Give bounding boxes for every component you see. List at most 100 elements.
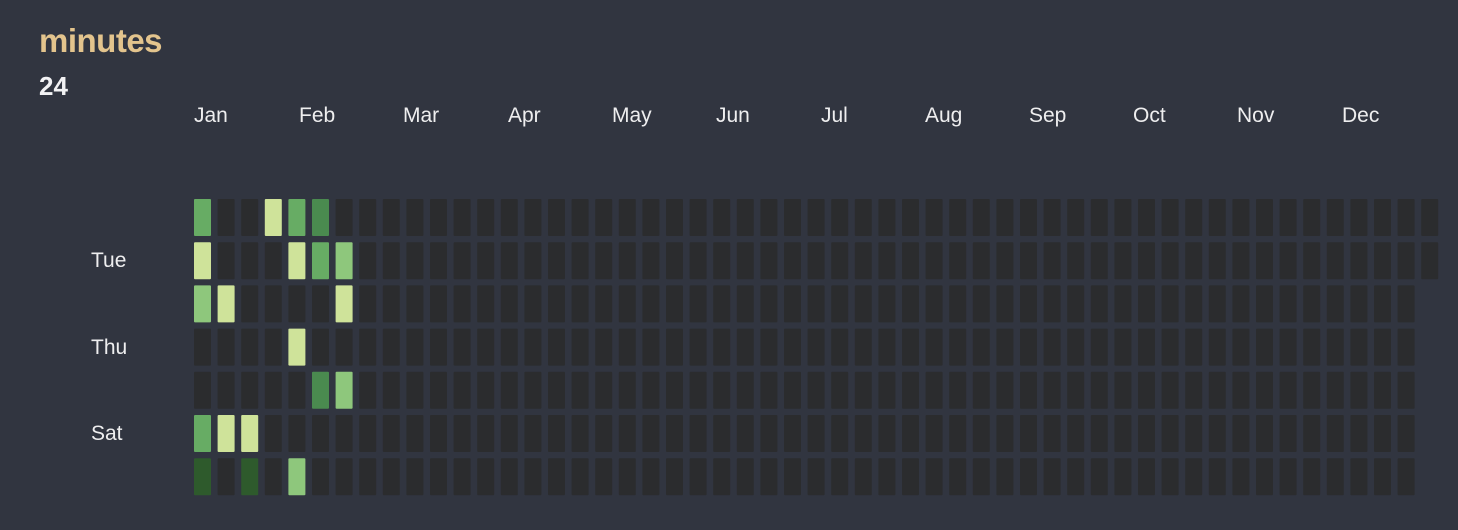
heatmap-cell[interactable]	[430, 285, 447, 323]
heatmap-cell[interactable]	[1350, 199, 1368, 236]
heatmap-cell[interactable]	[264, 285, 282, 323]
heatmap-cell[interactable]	[500, 285, 518, 323]
heatmap-cell[interactable]	[1043, 371, 1061, 409]
heatmap-cell[interactable]	[1067, 242, 1085, 280]
heatmap-cell[interactable]	[902, 199, 919, 236]
heatmap-cell[interactable]	[382, 285, 400, 323]
heatmap-cell[interactable]	[595, 242, 613, 280]
heatmap-cell[interactable]	[736, 285, 754, 323]
heatmap-cell[interactable]	[524, 285, 542, 323]
heatmap-cell[interactable]	[312, 458, 329, 496]
heatmap-cell[interactable]	[1350, 371, 1368, 409]
heatmap-cell[interactable]	[1114, 415, 1132, 452]
heatmap-cell[interactable]	[312, 415, 329, 452]
heatmap-cell[interactable]	[382, 458, 400, 496]
heatmap-cell[interactable]	[854, 371, 872, 409]
heatmap-cell[interactable]	[831, 415, 849, 452]
heatmap-cell[interactable]	[1303, 242, 1321, 280]
heatmap-cell[interactable]	[1326, 328, 1344, 366]
heatmap-cell[interactable]	[194, 328, 211, 366]
heatmap-cell[interactable]	[878, 328, 896, 366]
heatmap-cell[interactable]	[1374, 285, 1391, 323]
heatmap-cell[interactable]	[241, 415, 259, 452]
heatmap-cell[interactable]	[949, 371, 967, 409]
heatmap-cell[interactable]	[1208, 458, 1226, 496]
heatmap-cell[interactable]	[972, 415, 990, 452]
heatmap-cell[interactable]	[1374, 415, 1391, 452]
heatmap-cell[interactable]	[618, 458, 636, 496]
heatmap-cell[interactable]	[807, 199, 825, 236]
heatmap-cell[interactable]	[1303, 415, 1321, 452]
heatmap-cell[interactable]	[359, 328, 377, 366]
heatmap-cell[interactable]	[784, 285, 801, 323]
heatmap-cell[interactable]	[406, 415, 424, 452]
heatmap-cell[interactable]	[1185, 199, 1203, 236]
heatmap-cell[interactable]	[996, 285, 1014, 323]
heatmap-cell[interactable]	[1279, 199, 1297, 236]
heatmap-cell[interactable]	[194, 285, 211, 323]
heatmap-cell[interactable]	[666, 242, 683, 280]
heatmap-cell[interactable]	[524, 199, 542, 236]
heatmap-cell[interactable]	[217, 285, 235, 323]
heatmap-cell[interactable]	[477, 415, 495, 452]
heatmap-cell[interactable]	[1208, 285, 1226, 323]
heatmap-cell[interactable]	[854, 328, 872, 366]
heatmap-cell[interactable]	[1020, 371, 1037, 409]
heatmap-cell[interactable]	[972, 328, 990, 366]
heatmap-cell[interactable]	[1232, 285, 1250, 323]
heatmap-cell[interactable]	[784, 371, 801, 409]
heatmap-cell[interactable]	[430, 415, 447, 452]
heatmap-cell[interactable]	[571, 285, 589, 323]
heatmap-cell[interactable]	[618, 242, 636, 280]
heatmap-cell[interactable]	[736, 458, 754, 496]
heatmap-cell[interactable]	[217, 328, 235, 366]
heatmap-cell[interactable]	[925, 328, 943, 366]
heatmap-cell[interactable]	[713, 328, 731, 366]
heatmap-cell[interactable]	[689, 458, 707, 496]
heatmap-cell[interactable]	[807, 371, 825, 409]
heatmap-cell[interactable]	[902, 415, 919, 452]
heatmap-cell[interactable]	[854, 242, 872, 280]
heatmap-cell[interactable]	[1279, 285, 1297, 323]
heatmap-cell[interactable]	[548, 371, 565, 409]
heatmap-cell[interactable]	[925, 285, 943, 323]
heatmap-cell[interactable]	[996, 199, 1014, 236]
heatmap-cell[interactable]	[1256, 328, 1273, 366]
heatmap-cell[interactable]	[1161, 458, 1179, 496]
heatmap-cell[interactable]	[831, 458, 849, 496]
heatmap-cell[interactable]	[335, 242, 353, 280]
heatmap-cell[interactable]	[1114, 285, 1132, 323]
heatmap-cell[interactable]	[1138, 415, 1155, 452]
heatmap-cell[interactable]	[1185, 328, 1203, 366]
heatmap-cell[interactable]	[713, 285, 731, 323]
heatmap-cell[interactable]	[854, 199, 872, 236]
heatmap-cell[interactable]	[406, 328, 424, 366]
heatmap-cell[interactable]	[642, 328, 660, 366]
heatmap-cell[interactable]	[1114, 199, 1132, 236]
heatmap-cell[interactable]	[1043, 415, 1061, 452]
heatmap-cell[interactable]	[335, 285, 353, 323]
heatmap-cell[interactable]	[217, 199, 235, 236]
heatmap-cell[interactable]	[996, 328, 1014, 366]
heatmap-cell[interactable]	[831, 199, 849, 236]
heatmap-cell[interactable]	[1067, 458, 1085, 496]
heatmap-cell[interactable]	[595, 458, 613, 496]
heatmap-cell[interactable]	[1256, 458, 1273, 496]
heatmap-cell[interactable]	[359, 199, 377, 236]
heatmap-cell[interactable]	[1374, 328, 1391, 366]
heatmap-cell[interactable]	[689, 242, 707, 280]
heatmap-cell[interactable]	[548, 458, 565, 496]
heatmap-cell[interactable]	[524, 371, 542, 409]
heatmap-cell[interactable]	[382, 242, 400, 280]
heatmap-cell[interactable]	[807, 458, 825, 496]
heatmap-cell[interactable]	[831, 371, 849, 409]
heatmap-cell[interactable]	[736, 242, 754, 280]
heatmap-cell[interactable]	[1232, 328, 1250, 366]
heatmap-cell[interactable]	[548, 199, 565, 236]
heatmap-cell[interactable]	[713, 371, 731, 409]
heatmap-cell[interactable]	[949, 242, 967, 280]
heatmap-cell[interactable]	[854, 415, 872, 452]
heatmap-cell[interactable]	[784, 458, 801, 496]
heatmap-cell[interactable]	[807, 328, 825, 366]
heatmap-cell[interactable]	[194, 199, 211, 236]
